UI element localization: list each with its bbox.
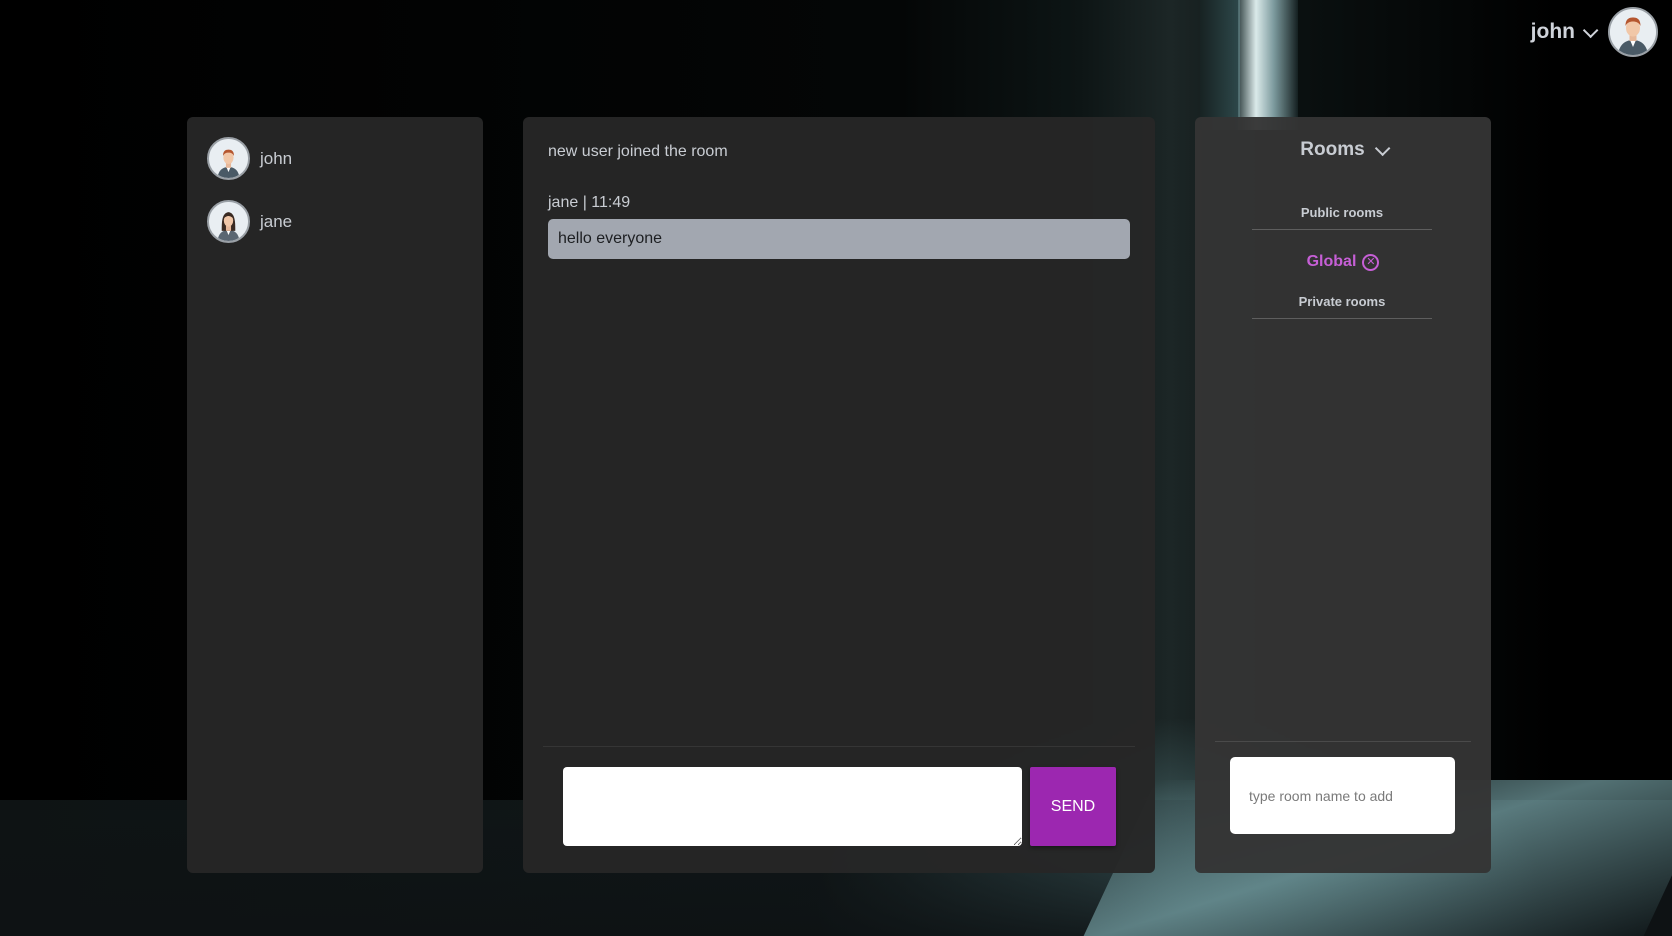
message-bubble: hello everyone bbox=[548, 219, 1130, 259]
male-avatar-icon bbox=[207, 137, 250, 180]
male-avatar-icon[interactable] bbox=[1608, 7, 1658, 57]
chevron-down-icon bbox=[1374, 140, 1391, 156]
door-edge bbox=[1200, 0, 1240, 130]
room-name: Global bbox=[1306, 253, 1357, 270]
chat-divider bbox=[543, 746, 1135, 747]
chat-panel: new user joined the room jane | 11:49 he… bbox=[523, 117, 1155, 873]
system-message: new user joined the room bbox=[548, 143, 728, 160]
user-menu[interactable]: john bbox=[1530, 7, 1658, 57]
room-item-global[interactable]: Global ✕ bbox=[1195, 253, 1491, 271]
rooms-panel: Rooms Public rooms Global ✕ Private room… bbox=[1195, 117, 1491, 873]
current-username: john bbox=[1530, 20, 1575, 43]
send-button[interactable]: SEND bbox=[1030, 767, 1116, 846]
chevron-down-icon bbox=[1582, 22, 1599, 38]
private-rooms-label: Private rooms bbox=[1252, 294, 1432, 319]
add-room-input[interactable] bbox=[1230, 757, 1455, 834]
user-menu-toggle[interactable]: john bbox=[1530, 20, 1599, 44]
user-name: john bbox=[260, 148, 293, 168]
public-rooms-label: Public rooms bbox=[1252, 205, 1432, 230]
message-input[interactable] bbox=[563, 767, 1022, 846]
user-list-item-jane[interactable]: jane bbox=[207, 200, 463, 243]
rooms-divider bbox=[1215, 741, 1471, 742]
close-circle-icon[interactable]: ✕ bbox=[1362, 253, 1380, 271]
users-panel: john jane bbox=[187, 117, 483, 873]
user-name: jane bbox=[260, 211, 293, 231]
rooms-dropdown-toggle[interactable]: Rooms bbox=[1195, 139, 1491, 161]
message-meta: jane | 11:49 bbox=[548, 194, 631, 211]
female-avatar-icon bbox=[207, 200, 250, 243]
door-light bbox=[1238, 0, 1298, 130]
rooms-title: Rooms bbox=[1300, 139, 1365, 160]
user-list-item-john[interactable]: john bbox=[207, 137, 463, 180]
